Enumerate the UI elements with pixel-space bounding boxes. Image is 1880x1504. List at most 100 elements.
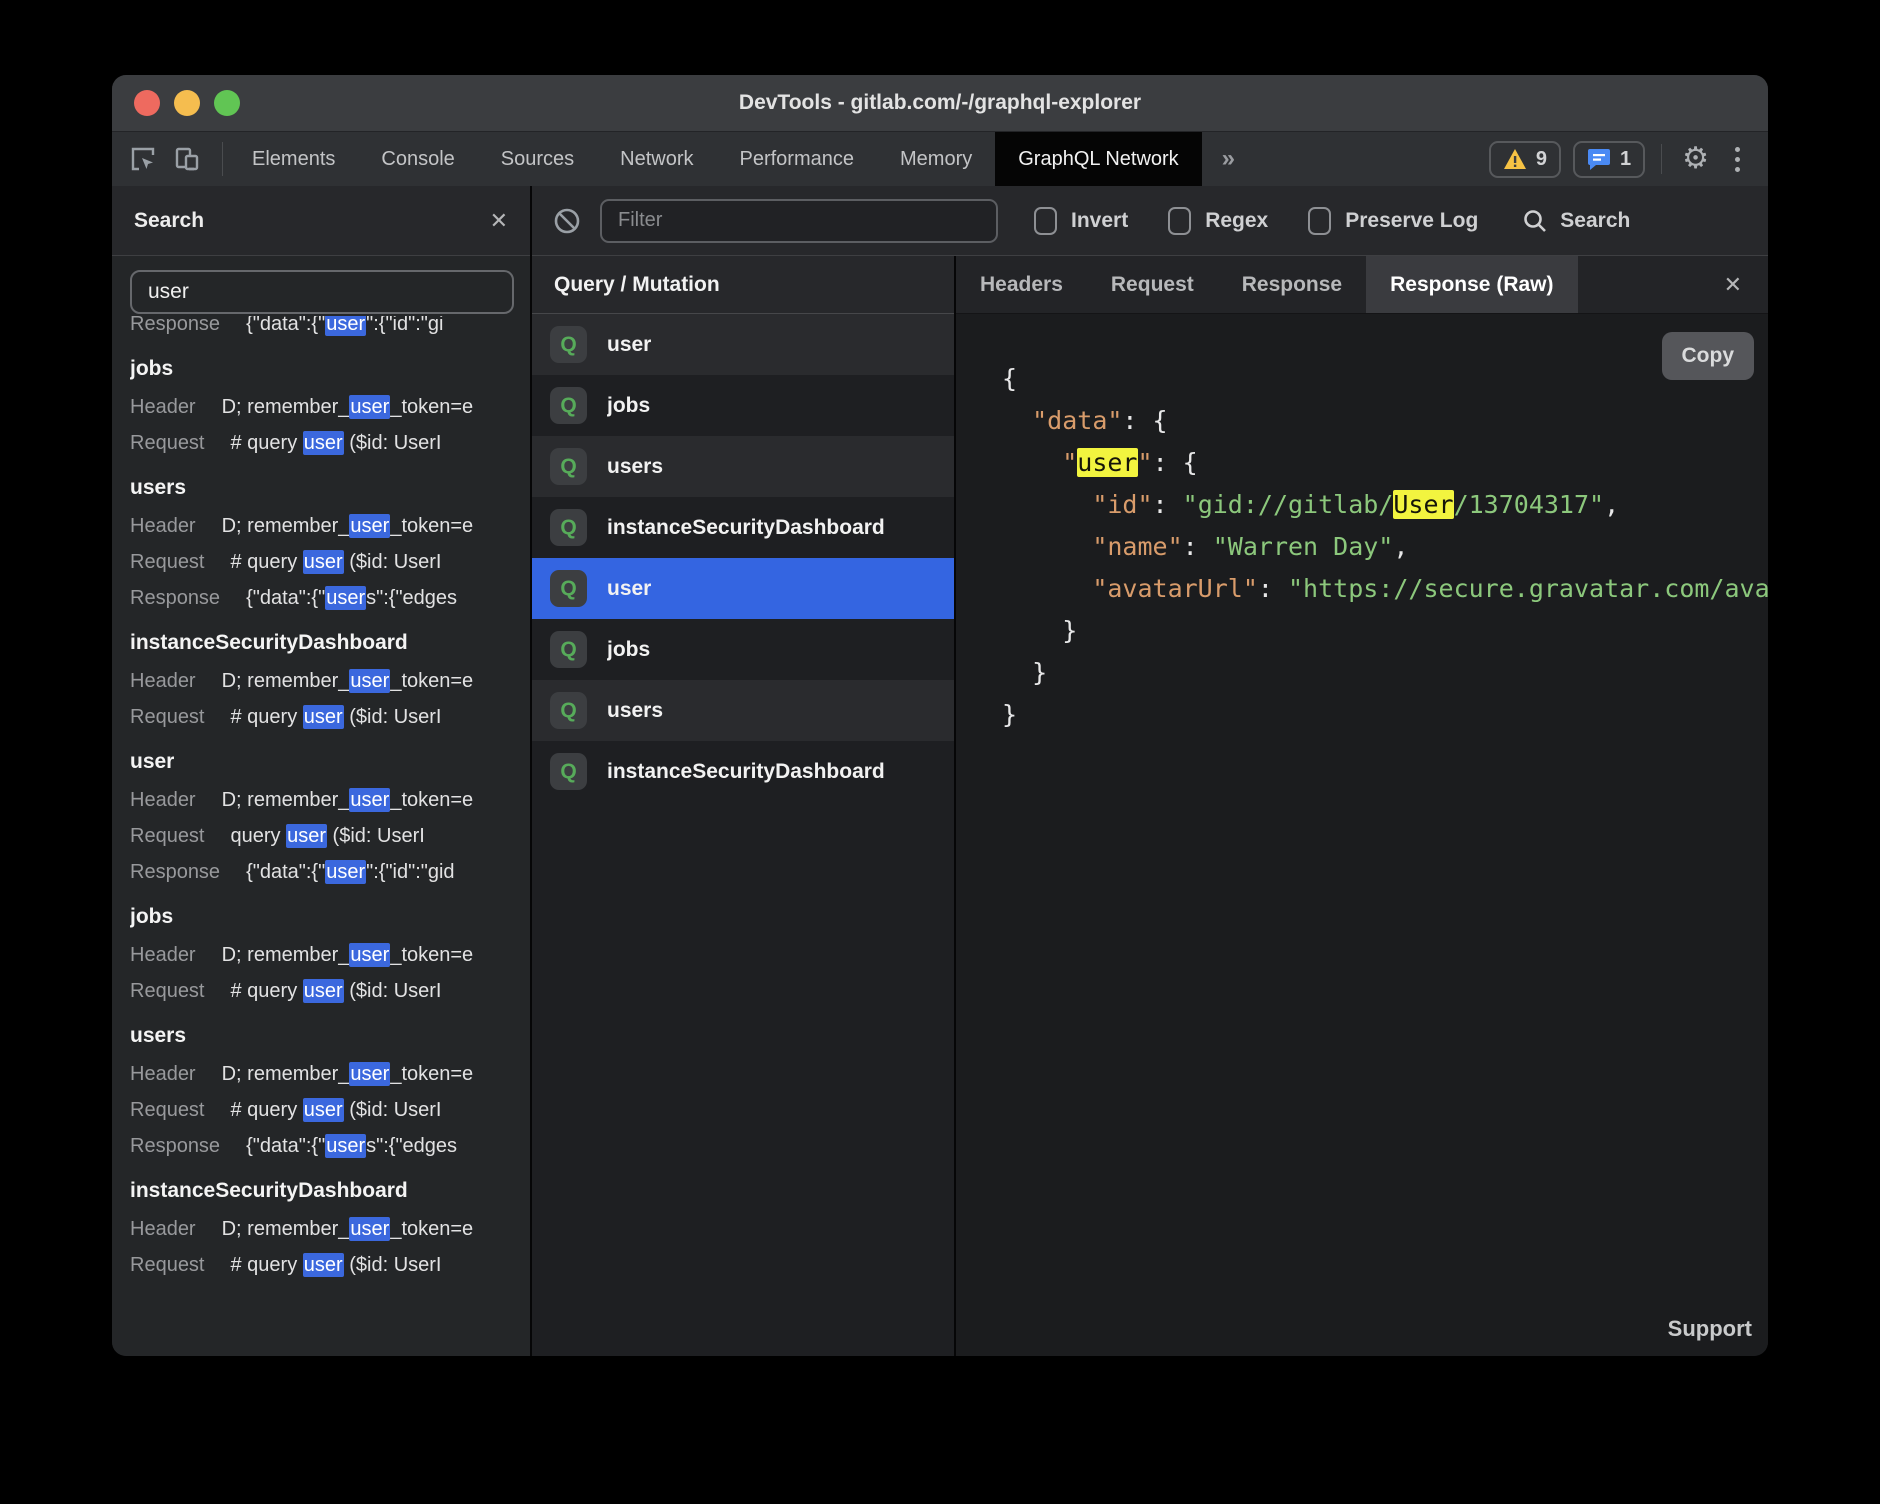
response-tab-headers[interactable]: Headers: [956, 256, 1087, 313]
inspect-element-icon[interactable]: [126, 142, 160, 176]
search-result-section-title[interactable]: users: [130, 468, 530, 508]
search-result-row[interactable]: HeaderD; remember_user_token=e: [130, 663, 530, 699]
highlighted-match: user: [349, 788, 390, 812]
query-list-item-users[interactable]: Qusers: [532, 436, 954, 497]
devtools-tab-graphql-network[interactable]: GraphQL Network: [995, 132, 1201, 186]
toolbar-search-button[interactable]: Search: [1522, 208, 1630, 234]
main-tabs: ElementsConsoleSourcesNetworkPerformance…: [229, 132, 1202, 186]
highlighted-match: user: [349, 1062, 390, 1086]
preserve-log-checkbox-label: Preserve Log: [1345, 209, 1478, 233]
query-list-item-instancesecuritydashboard[interactable]: QinstanceSecurityDashboard: [532, 741, 954, 802]
kebab-menu-icon[interactable]: [1725, 147, 1750, 172]
result-row-label: Header: [130, 1063, 196, 1085]
query-list-item-user[interactable]: Quser: [532, 314, 954, 375]
search-result-section-title[interactable]: instanceSecurityDashboard: [130, 1171, 530, 1211]
response-tab-response-raw[interactable]: Response (Raw): [1366, 256, 1577, 313]
search-input[interactable]: [130, 270, 514, 314]
search-result-row[interactable]: Response{"data":{"users":{"edges: [130, 1128, 530, 1164]
highlighted-match: user: [303, 431, 344, 455]
devtools-tab-performance[interactable]: Performance: [717, 132, 878, 186]
titlebar: DevTools - gitlab.com/-/graphql-explorer: [112, 75, 1768, 132]
clear-log-icon[interactable]: [552, 206, 582, 236]
highlighted-match: user: [303, 979, 344, 1003]
query-item-label: user: [607, 577, 651, 601]
search-result-section-title[interactable]: instanceSecurityDashboard: [130, 623, 530, 663]
invert-checkbox-box[interactable]: [1034, 207, 1057, 235]
query-list-item-user[interactable]: Quser: [532, 558, 954, 619]
close-detail-pane-icon[interactable]: ✕: [1698, 256, 1768, 313]
preserve-log-checkbox-box[interactable]: [1308, 207, 1331, 235]
query-type-badge: Q: [550, 692, 587, 729]
checkbox-regex[interactable]: Regex: [1168, 207, 1268, 235]
response-tab-request[interactable]: Request: [1087, 256, 1218, 313]
search-result-section-title[interactable]: jobs: [130, 349, 530, 389]
search-result-row[interactable]: Request# query user ($id: UserI: [130, 544, 530, 580]
highlighted-match: user: [286, 824, 327, 848]
devtools-window: DevTools - gitlab.com/-/graphql-explorer: [112, 75, 1768, 1356]
json-line: "avatarUrl": "https://secure.gravatar.co…: [1002, 568, 1768, 610]
devtools-tab-memory[interactable]: Memory: [877, 132, 995, 186]
message-icon: [1587, 148, 1611, 170]
search-result-row[interactable]: Response{"data":{"user":{"id":"gid: [130, 854, 530, 890]
checkbox-invert[interactable]: Invert: [1034, 207, 1128, 235]
search-result-row[interactable]: HeaderD; remember_user_token=e: [130, 937, 530, 973]
result-row-label: Request: [130, 706, 205, 728]
search-result-row[interactable]: HeaderD; remember_user_token=e: [130, 782, 530, 818]
devtools-tab-console[interactable]: Console: [358, 132, 477, 186]
search-result-section-title[interactable]: user: [130, 742, 530, 782]
json-line: }: [1002, 610, 1768, 652]
search-panel-header: Search ✕: [112, 186, 530, 256]
highlighted-match: user: [349, 395, 390, 419]
devtools-tab-elements[interactable]: Elements: [229, 132, 358, 186]
filter-input[interactable]: [600, 199, 998, 243]
search-result-row[interactable]: Request# query user ($id: UserI: [130, 973, 530, 1009]
settings-gear-icon[interactable]: ⚙: [1678, 144, 1713, 174]
response-tab-response[interactable]: Response: [1218, 256, 1366, 313]
search-result-row[interactable]: Response{"data":{"users":{"edges: [130, 580, 530, 616]
search-result-row[interactable]: HeaderD; remember_user_token=e: [130, 1056, 530, 1092]
devtools-tab-network[interactable]: Network: [597, 132, 716, 186]
highlighted-match: user: [325, 586, 366, 610]
network-toolbar: Invert Regex Preserve Log Search: [532, 186, 1768, 256]
more-tabs-button[interactable]: »: [1202, 132, 1255, 186]
warning-icon: [1503, 148, 1527, 170]
query-list-item-users[interactable]: Qusers: [532, 680, 954, 741]
toolbar-search-label: Search: [1560, 209, 1630, 233]
search-result-row[interactable]: Request# query user ($id: UserI: [130, 699, 530, 735]
close-search-panel-icon[interactable]: ✕: [490, 210, 508, 232]
json-line: {: [1002, 358, 1768, 400]
search-result-row[interactable]: Request# query user ($id: UserI: [130, 425, 530, 461]
device-toolbar-icon[interactable]: [170, 142, 204, 176]
highlighted-match: user: [349, 514, 390, 538]
highlighted-match: user: [303, 705, 344, 729]
highlighted-match: user: [325, 1134, 366, 1158]
search-result-section-title[interactable]: users: [130, 1016, 530, 1056]
search-result-row[interactable]: HeaderD; remember_user_token=e: [130, 389, 530, 425]
query-item-label: instanceSecurityDashboard: [607, 760, 885, 784]
messages-badge[interactable]: 1: [1573, 141, 1645, 178]
search-icon: [1522, 208, 1548, 234]
devtools-tab-sources[interactable]: Sources: [478, 132, 597, 186]
warnings-badge[interactable]: 9: [1489, 141, 1561, 178]
checkbox-preserve-log[interactable]: Preserve Log: [1308, 207, 1478, 235]
search-result-row[interactable]: HeaderD; remember_user_token=e: [130, 1211, 530, 1247]
search-result-row[interactable]: Requestquery user ($id: UserI: [130, 818, 530, 854]
query-list-item-jobs[interactable]: Qjobs: [532, 375, 954, 436]
search-result-row[interactable]: Request# query user ($id: UserI: [130, 1247, 530, 1283]
json-content: { "data": { "user": { "id": "gid://gitla…: [1002, 358, 1768, 736]
tabbar-separator: [222, 142, 223, 176]
highlighted-match: user: [349, 943, 390, 967]
query-list-item-instancesecuritydashboard[interactable]: QinstanceSecurityDashboard: [532, 497, 954, 558]
query-list-item-jobs[interactable]: Qjobs: [532, 619, 954, 680]
search-result-row[interactable]: Response{"data":{"user":{"id":"gi: [130, 316, 530, 342]
search-result-row[interactable]: HeaderD; remember_user_token=e: [130, 508, 530, 544]
json-line: }: [1002, 694, 1768, 736]
regex-checkbox-box[interactable]: [1168, 207, 1191, 235]
warning-count: 9: [1536, 148, 1547, 171]
result-row-label: Response: [130, 316, 220, 335]
query-item-label: user: [607, 333, 651, 357]
search-result-row[interactable]: Request# query user ($id: UserI: [130, 1092, 530, 1128]
highlighted-match: user: [349, 1217, 390, 1241]
search-result-section-title[interactable]: jobs: [130, 897, 530, 937]
support-link[interactable]: Support: [1668, 1316, 1752, 1342]
